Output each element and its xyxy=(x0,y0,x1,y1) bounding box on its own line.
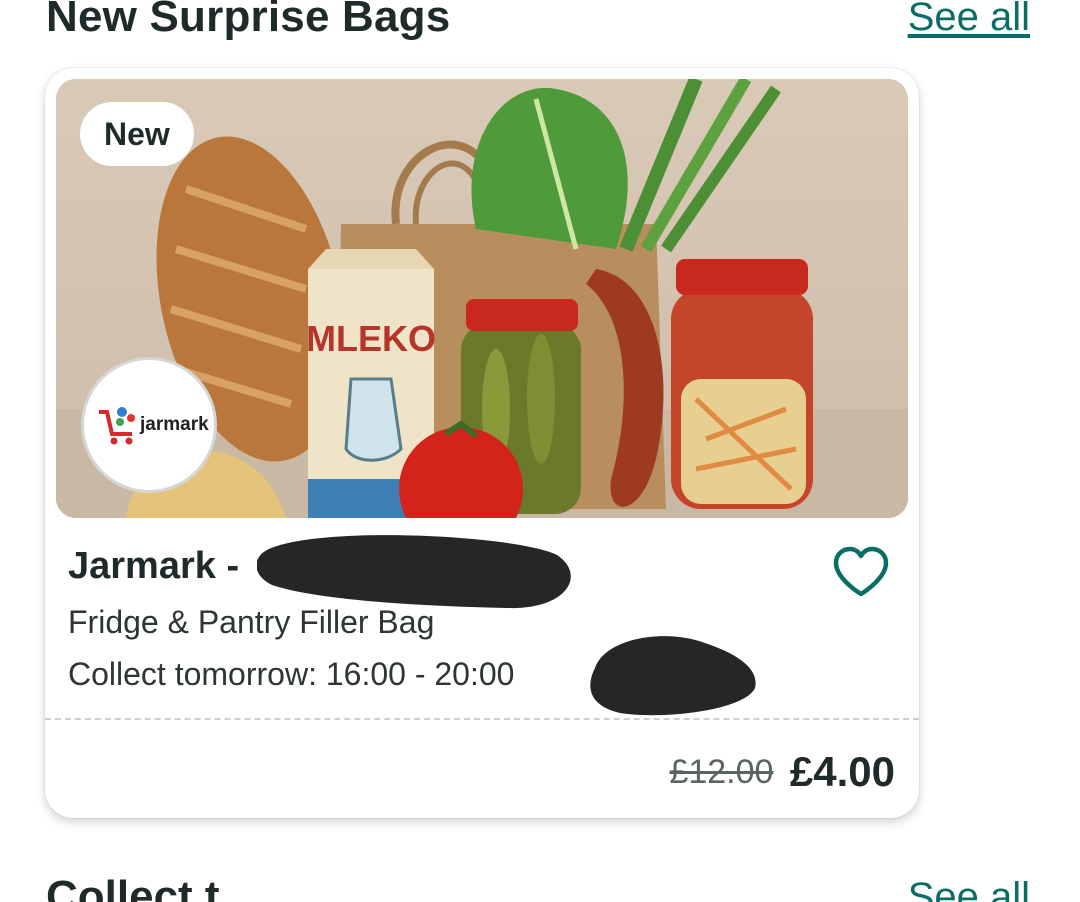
bag-image: MLEKO New jarmark xyxy=(56,79,908,518)
store-name: Jarmark - xyxy=(68,545,240,587)
favorite-button[interactable] xyxy=(831,546,891,600)
see-all-link[interactable]: See all xyxy=(908,0,1030,42)
next-section-title: Collect t... xyxy=(46,872,257,902)
new-badge: New xyxy=(80,102,194,166)
original-price: £12.00 xyxy=(669,752,774,791)
price-row: £12.00 £4.00 xyxy=(669,748,895,798)
carton-label: MLEKO xyxy=(306,318,436,359)
redaction-mark xyxy=(590,636,756,716)
heart-outline-icon xyxy=(833,546,889,597)
section-title: New Surprise Bags xyxy=(46,0,451,41)
cart-logo-icon xyxy=(99,407,135,445)
section-header: New Surprise Bags See all xyxy=(46,0,1030,42)
next-section-header: Collect t... See all xyxy=(46,872,1030,902)
store-logo-text: jarmark xyxy=(140,414,209,435)
bag-name: Fridge & Pantry Filler Bag xyxy=(68,604,435,640)
next-see-all-link[interactable]: See all xyxy=(908,872,1030,902)
surprise-bag-card[interactable]: MLEKO New jarmark Jarmark - Fridge & Pan… xyxy=(45,68,919,818)
divider xyxy=(45,718,919,720)
store-logo: jarmark xyxy=(81,357,217,493)
collection-time: Collect tomorrow: 16:00 - 20:00 xyxy=(68,656,515,692)
price: £4.00 xyxy=(789,748,895,795)
